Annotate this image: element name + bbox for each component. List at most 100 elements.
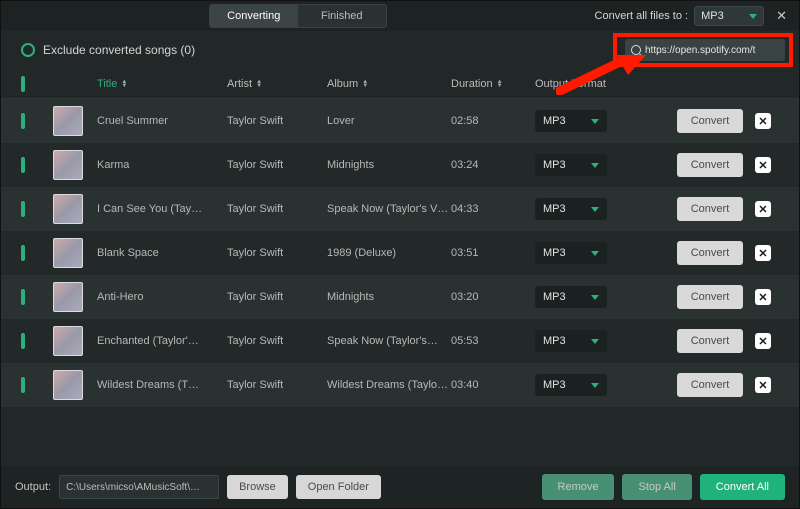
convert-button[interactable]: Convert [677,241,743,265]
app-window: Converting Finished Convert all files to… [0,0,800,509]
header-format: Output Format [535,78,645,90]
header-album[interactable]: Album ▲▼ [327,78,451,90]
output-path-input[interactable]: C:\Users\micso\AMusicSoft\… [59,475,219,499]
cell-duration: 02:58 [451,115,535,127]
convert-button[interactable]: Convert [677,285,743,309]
header-title-label: Title [97,78,117,90]
remove-row-icon[interactable]: ✕ [755,333,771,349]
cell-duration: 03:24 [451,159,535,171]
convert-button[interactable]: Convert [677,329,743,353]
row-checkbox[interactable] [21,245,25,261]
cell-title: Enchanted (Taylor'… [97,335,227,347]
header-duration[interactable]: Duration ▲▼ [451,78,535,90]
album-art [53,150,83,180]
cell-album: 1989 (Deluxe) [327,247,451,259]
format-dropdown[interactable]: MP3 [535,374,607,396]
output-label: Output: [15,481,51,493]
format-value: MP3 [543,335,566,347]
cell-duration: 03:20 [451,291,535,303]
cell-artist: Taylor Swift [227,115,327,127]
select-all-checkbox[interactable] [21,76,25,92]
cell-duration: 03:51 [451,247,535,259]
table-row: Cruel SummerTaylor SwiftLover02:58MP3Con… [1,99,799,143]
sort-icon: ▲▼ [497,80,503,88]
format-value: MP3 [543,159,566,171]
format-dropdown[interactable]: MP3 [535,286,607,308]
tab-finished[interactable]: Finished [298,5,386,27]
footer-bar: Output: C:\Users\micso\AMusicSoft\… Brow… [1,466,799,508]
close-icon[interactable]: ✕ [772,8,791,24]
remove-row-icon[interactable]: ✕ [755,289,771,305]
cell-album: Midnights [327,291,451,303]
format-value: MP3 [543,115,566,127]
remove-row-icon[interactable]: ✕ [755,113,771,129]
convert-all-dropdown[interactable]: MP3 [694,6,764,26]
cell-artist: Taylor Swift [227,159,327,171]
cell-title: Blank Space [97,247,227,259]
remove-button[interactable]: Remove [542,474,615,500]
tab-converting[interactable]: Converting [210,5,298,27]
format-dropdown[interactable]: MP3 [535,242,607,264]
convert-button[interactable]: Convert [677,373,743,397]
tab-group: Converting Finished [209,4,387,28]
header-duration-label: Duration [451,78,493,90]
remove-row-icon[interactable]: ✕ [755,245,771,261]
album-art [53,194,83,224]
convert-button[interactable]: Convert [677,197,743,221]
row-checkbox[interactable] [21,157,25,173]
cell-album: Midnights [327,159,451,171]
row-checkbox[interactable] [21,289,25,305]
cell-title: Cruel Summer [97,115,227,127]
table-row: Anti-HeroTaylor SwiftMidnights03:20MP3Co… [1,275,799,319]
url-text: https://open.spotify.com/t [645,45,755,56]
format-dropdown[interactable]: MP3 [535,330,607,352]
format-dropdown[interactable]: MP3 [535,110,607,132]
convert-button[interactable]: Convert [677,109,743,133]
chevron-down-icon [591,383,599,388]
album-art [53,326,83,356]
header-artist[interactable]: Artist ▲▼ [227,78,327,90]
remove-row-icon[interactable]: ✕ [755,157,771,173]
format-value: MP3 [543,247,566,259]
table-row: Wildest Dreams (T…Taylor SwiftWildest Dr… [1,363,799,407]
cell-artist: Taylor Swift [227,247,327,259]
header-artist-label: Artist [227,78,252,90]
row-checkbox[interactable] [21,377,25,393]
stop-all-button[interactable]: Stop All [622,474,691,500]
chevron-down-icon [591,339,599,344]
table-row: KarmaTaylor SwiftMidnights03:24 MP3 Conver… [1,143,799,187]
cell-duration: 05:53 [451,335,535,347]
search-icon [631,45,641,55]
chevron-down-icon [591,207,599,212]
format-dropdown[interactable]: MP3 [535,154,607,176]
remove-row-icon[interactable]: ✕ [755,201,771,217]
convert-all-to: Convert all files to : MP3 [595,6,765,26]
cell-artist: Taylor Swift [227,291,327,303]
open-folder-button[interactable]: Open Folder [296,475,381,499]
exclude-label: Exclude converted songs (0) [43,43,195,57]
remove-row-icon[interactable]: ✕ [755,377,771,393]
row-checkbox[interactable] [21,113,25,129]
convert-all-button[interactable]: Convert All [700,474,785,500]
row-checkbox[interactable] [21,333,25,349]
exclude-toggle[interactable]: Exclude converted songs (0) [21,43,195,57]
chevron-down-icon [591,119,599,124]
album-art [53,106,83,136]
format-value: MP3 [543,291,566,303]
sort-icon: ▲▼ [256,80,262,88]
format-value: MP3 [543,379,566,391]
exclude-row: Exclude converted songs (0) https://open… [1,31,799,69]
convert-button[interactable]: Convert [677,153,743,177]
header-title[interactable]: Title ▲▼ [97,78,227,90]
cell-title: Karma [97,159,227,171]
album-art [53,370,83,400]
convert-all-value: MP3 [701,10,724,22]
url-input[interactable]: https://open.spotify.com/t [625,39,785,61]
browse-button[interactable]: Browse [227,475,288,499]
cell-artist: Taylor Swift [227,335,327,347]
format-value: MP3 [543,203,566,215]
cell-title: Wildest Dreams (T… [97,379,227,391]
format-dropdown[interactable]: MP3 [535,198,607,220]
row-checkbox[interactable] [21,201,25,217]
sort-icon: ▲▼ [362,80,368,88]
